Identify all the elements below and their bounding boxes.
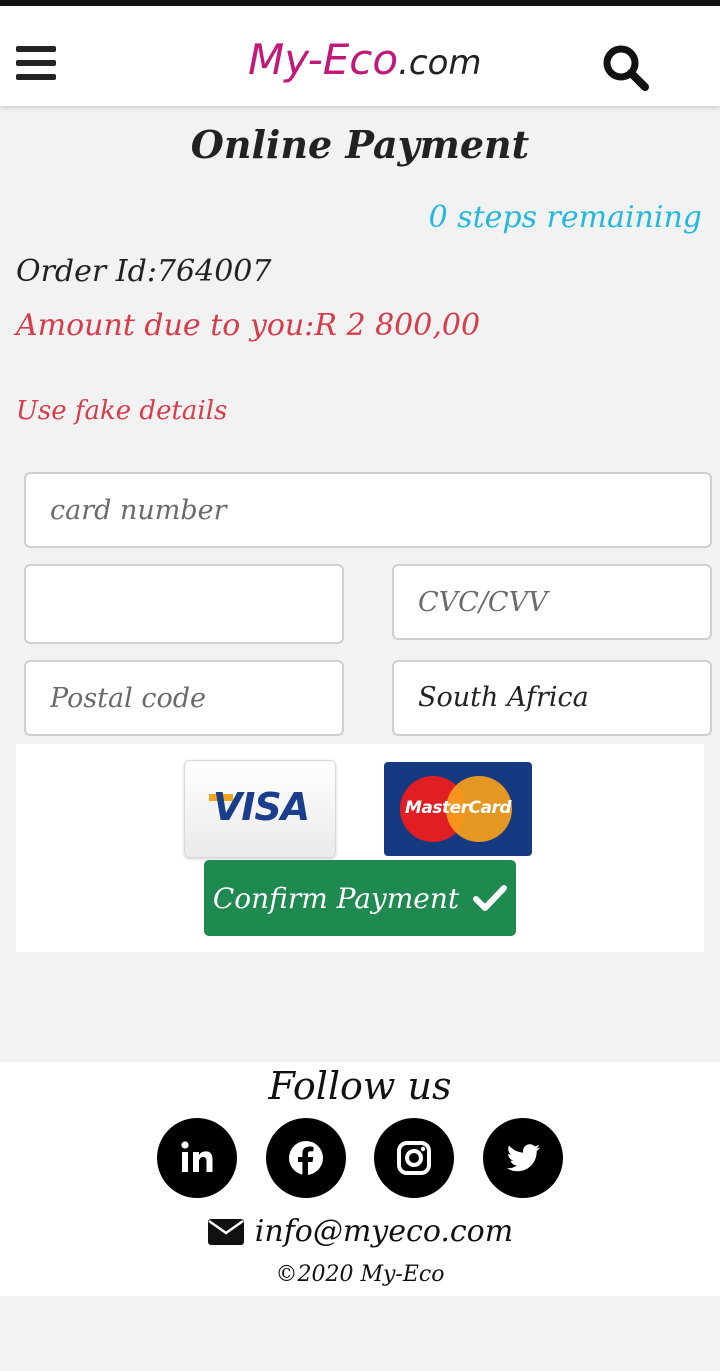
confirm-payment-button[interactable]: Confirm Payment bbox=[204, 860, 516, 936]
facebook-icon[interactable] bbox=[266, 1118, 346, 1198]
steps-remaining: 0 steps remaining bbox=[428, 200, 702, 235]
search-icon[interactable] bbox=[600, 42, 652, 94]
email-address: info@myeco.com bbox=[254, 1214, 514, 1249]
payment-box: VISA MasterCard Confirm Payment bbox=[16, 744, 704, 952]
email-row[interactable]: info@myeco.com bbox=[0, 1214, 720, 1249]
postal-code-input[interactable] bbox=[24, 660, 344, 736]
country-select[interactable]: South Africa bbox=[392, 660, 712, 736]
twitter-icon[interactable] bbox=[483, 1118, 563, 1198]
checkmark-icon bbox=[473, 885, 508, 911]
mastercard-label: MasterCard bbox=[404, 798, 512, 818]
cvc-input[interactable] bbox=[392, 564, 712, 640]
order-id: Order Id:764007 bbox=[16, 254, 272, 289]
visa-logo: VISA bbox=[184, 760, 336, 858]
fake-details-note: Use fake details bbox=[16, 396, 228, 426]
mastercard-logo: MasterCard bbox=[384, 762, 532, 856]
site-header: My-Eco.com bbox=[0, 6, 720, 106]
logo-brand: My-Eco bbox=[248, 35, 399, 84]
logo-tld: .com bbox=[398, 43, 482, 83]
amount-due: Amount due to you:R 2 800,00 bbox=[16, 308, 481, 343]
card-number-input[interactable] bbox=[24, 472, 712, 548]
linkedin-icon[interactable] bbox=[157, 1118, 237, 1198]
instagram-icon[interactable] bbox=[374, 1118, 454, 1198]
expiry-date-input[interactable] bbox=[24, 564, 344, 644]
hamburger-menu-icon[interactable] bbox=[16, 46, 58, 82]
visa-label: VISA bbox=[212, 785, 310, 829]
page-title: Online Payment bbox=[190, 122, 530, 167]
site-footer: Follow us info@myeco.com ©2020 My-Eco bbox=[0, 1062, 720, 1296]
confirm-payment-label: Confirm Payment bbox=[212, 881, 460, 915]
site-logo[interactable]: My-Eco.com bbox=[248, 30, 482, 90]
copyright: ©2020 My-Eco bbox=[275, 1262, 445, 1287]
envelope-icon bbox=[207, 1218, 244, 1245]
follow-us-title: Follow us bbox=[268, 1064, 452, 1108]
